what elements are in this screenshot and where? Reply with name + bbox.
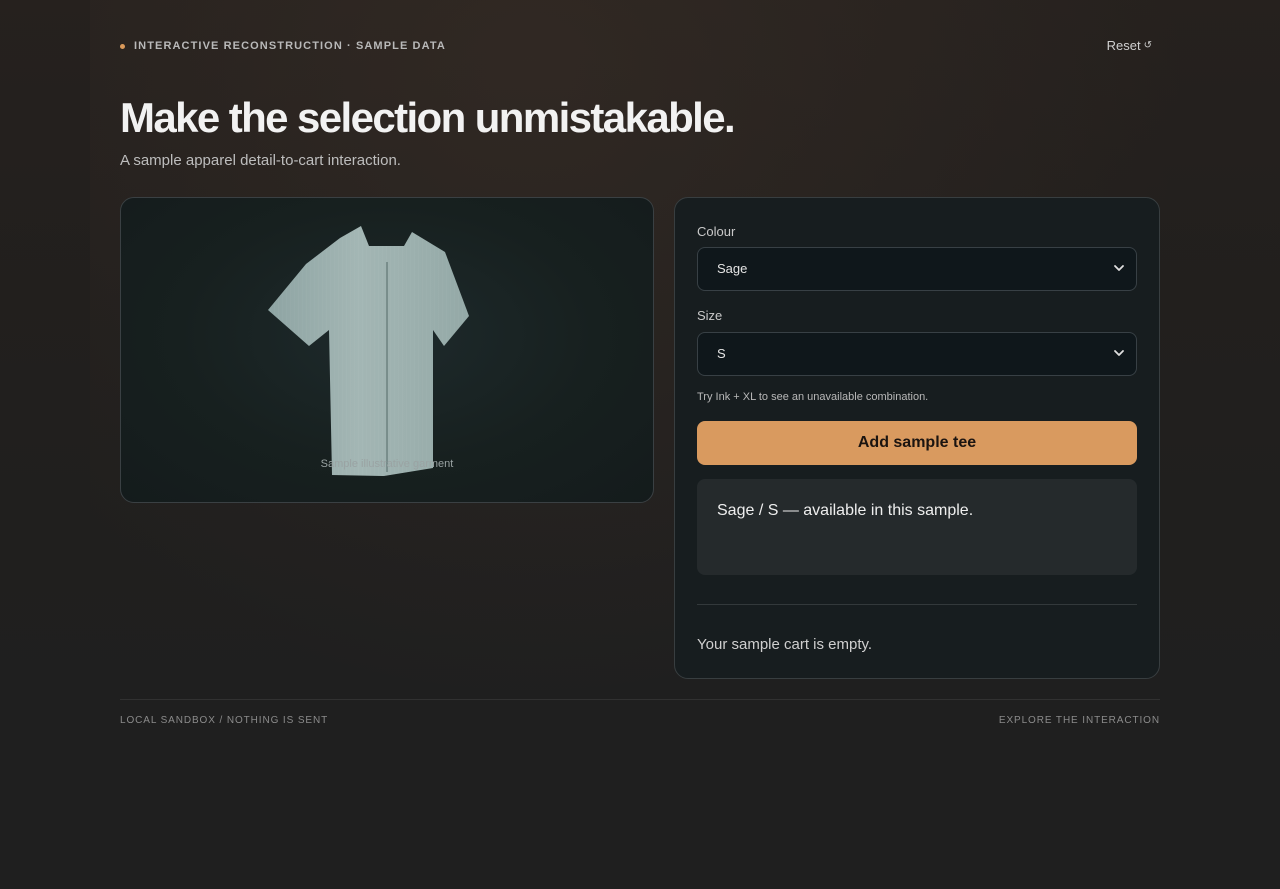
combination-hint: Try Ink + XL to see an unavailable combi…: [697, 391, 929, 403]
tshirt-icon: [268, 226, 469, 476]
add-to-cart-button[interactable]: Add sample tee: [697, 421, 1137, 465]
options-panel: Colour Sage Size S Try Ink + XL to see a…: [674, 197, 1160, 679]
reset-button[interactable]: Reset ↺: [1107, 38, 1152, 53]
colour-select[interactable]: Sage: [697, 247, 1137, 291]
footer-divider: [120, 699, 1160, 700]
chevron-down-icon: [1114, 350, 1124, 356]
reset-icon: ↺: [1143, 40, 1152, 51]
footer-note: LOCAL SANDBOX / NOTHING IS SENT: [120, 715, 329, 726]
eyebrow: INTERACTIVE RECONSTRUCTION · SAMPLE DATA: [120, 40, 446, 52]
top-bar: INTERACTIVE RECONSTRUCTION · SAMPLE DATA…: [120, 38, 1160, 56]
page-subtitle: A sample apparel detail-to-cart interact…: [120, 152, 401, 169]
colour-select-value: Sage: [717, 261, 748, 276]
explore-link[interactable]: EXPLORE THE INTERACTION: [999, 715, 1160, 726]
size-select[interactable]: S: [697, 332, 1137, 376]
garment-caption: Sample illustrative garment: [320, 458, 454, 470]
size-label: Size: [697, 308, 723, 323]
availability-status: Sage / S — available in this sample.: [697, 479, 1137, 575]
page: INTERACTIVE RECONSTRUCTION · SAMPLE DATA…: [0, 0, 1280, 889]
cart-empty-message: Your sample cart is empty.: [697, 636, 873, 653]
product-preview-card: Sample illustrative garment: [120, 197, 654, 503]
chevron-down-icon: [1114, 265, 1124, 271]
reset-label: Reset: [1106, 38, 1141, 53]
eyebrow-text: INTERACTIVE RECONSTRUCTION · SAMPLE DATA: [134, 40, 446, 52]
status-dot-icon: [120, 43, 125, 49]
divider: [697, 604, 1137, 605]
availability-text: Sage / S — available in this sample.: [717, 502, 974, 519]
size-select-value: S: [717, 346, 726, 361]
page-title: Make the selection unmistakable.: [120, 94, 736, 141]
colour-label: Colour: [697, 224, 736, 239]
